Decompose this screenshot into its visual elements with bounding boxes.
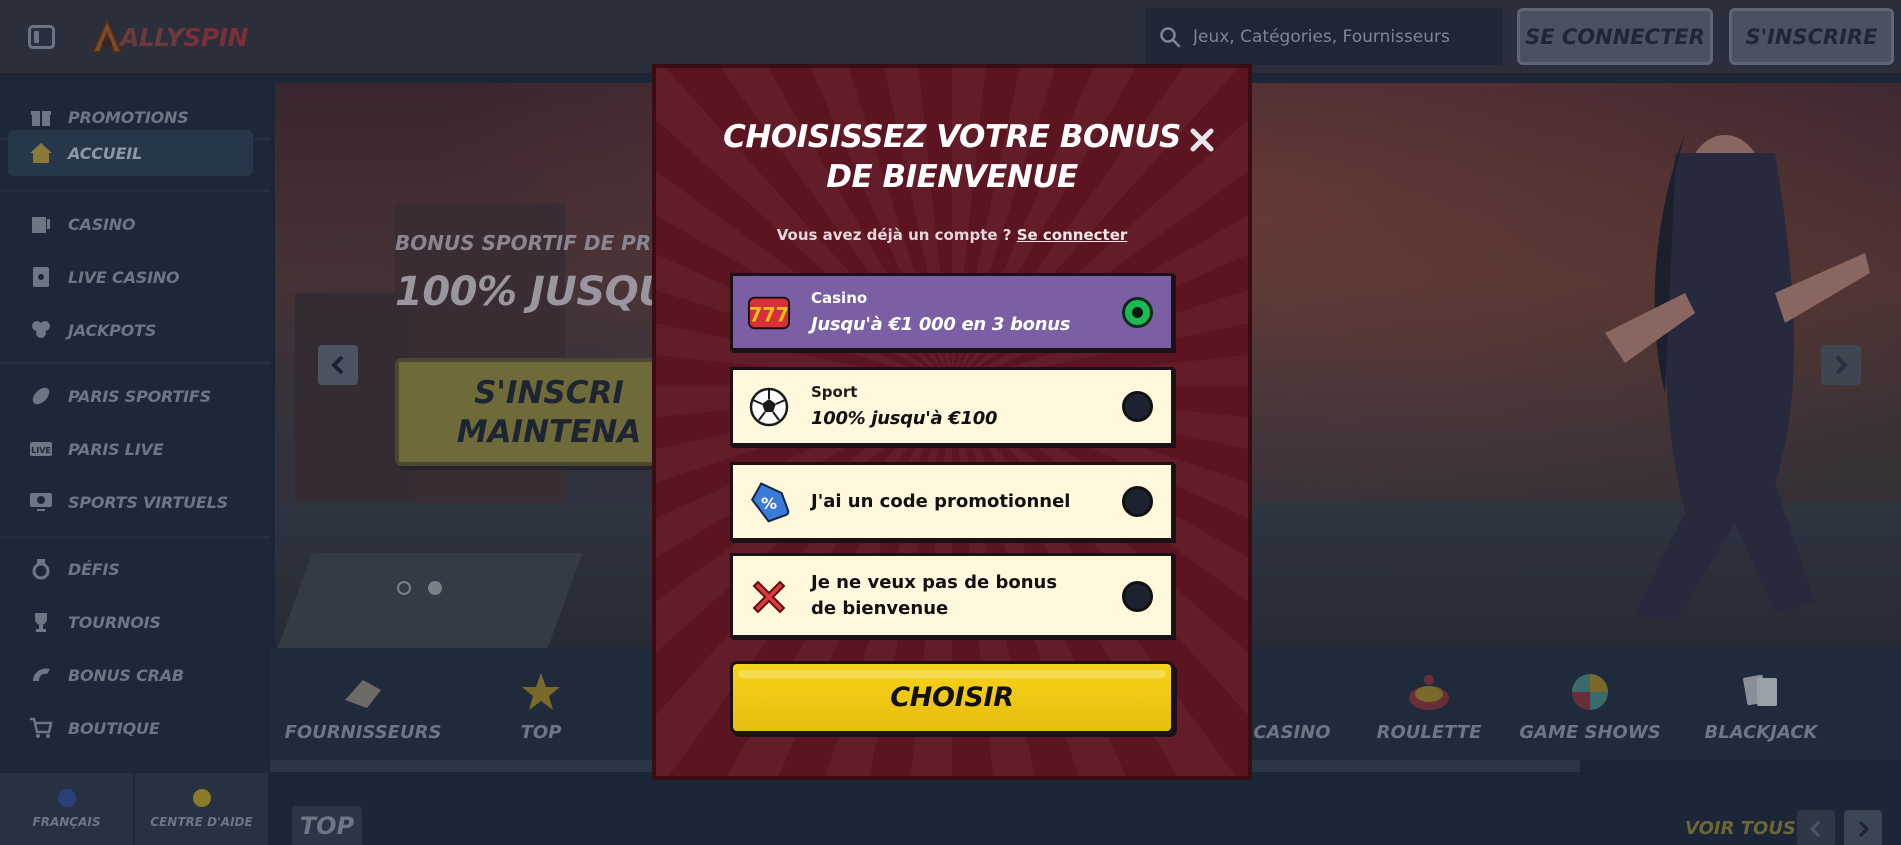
category-fournisseurs[interactable]: FOURNISSEURS xyxy=(283,648,443,760)
slot-777-icon: 777 xyxy=(747,290,791,334)
chevron-right-icon xyxy=(1835,355,1848,375)
medal-icon xyxy=(28,556,54,582)
sidebar: PROMOTIONS ACCUEIL CASINO LIVE CASINO JA… xyxy=(0,76,270,845)
carousel-dot-1[interactable] xyxy=(397,581,411,595)
banner-cta-button[interactable]: S'INSCRI MAINTENA xyxy=(395,358,695,466)
sidebar-item-paris-sportifs[interactable]: PARIS SPORTIFS xyxy=(0,373,270,419)
sidebar-item-bonus-crab[interactable]: BONUS CRAB xyxy=(0,652,270,698)
register-button[interactable]: S'INSCRIRE xyxy=(1729,8,1894,65)
home-icon xyxy=(28,140,54,166)
search-input[interactable] xyxy=(1193,26,1493,47)
bonus-option-promo-code[interactable]: % J'ai un code promotionnel xyxy=(730,462,1174,541)
chevron-right-icon xyxy=(1858,820,1870,838)
help-center-button[interactable]: CENTRE D'AIDE xyxy=(135,773,270,845)
sidebar-item-casino[interactable]: CASINO xyxy=(0,201,270,247)
sidebar-item-live-casino[interactable]: LIVE CASINO xyxy=(0,254,270,300)
radio-no-bonus[interactable] xyxy=(1122,581,1153,612)
close-button[interactable] xyxy=(1186,124,1218,156)
section-prev-button[interactable] xyxy=(1797,810,1835,845)
radio-casino[interactable] xyxy=(1122,297,1153,328)
chevron-left-icon xyxy=(1809,820,1821,838)
welcome-bonus-modal: CHOISISSEZ VOTRE BONUS DE BIENVENUE Vous… xyxy=(652,64,1252,780)
login-button[interactable]: SE CONNECTER xyxy=(1517,8,1713,65)
sidebar-item-paris-live[interactable]: LIVE PARIS LIVE xyxy=(0,426,270,472)
red-x-icon xyxy=(747,575,791,619)
carousel-dot-2[interactable] xyxy=(428,581,442,595)
banner-subtitle: BONUS SPORTIF DE PREMI xyxy=(395,231,693,255)
brand-logo[interactable]: ALLYSPIN xyxy=(90,18,248,56)
trophy-icon xyxy=(28,609,54,635)
bonus-option-sport[interactable]: Sport 100% jusqu'à €100 xyxy=(730,367,1174,446)
logo-mark-icon xyxy=(91,18,123,53)
search-icon xyxy=(1160,26,1181,47)
banner-next-button[interactable] xyxy=(1821,345,1861,385)
star-icon xyxy=(519,670,563,714)
have-account-line: Vous avez déjà un compte ? Se connecter xyxy=(776,226,1128,244)
brand-wordmark: ALLYSPIN xyxy=(120,22,248,52)
close-icon xyxy=(1190,128,1214,152)
crab-icon xyxy=(28,662,54,688)
percent-tag-icon: % xyxy=(747,480,791,524)
modal-login-link[interactable]: Se connecter xyxy=(1017,226,1128,244)
radio-sport[interactable] xyxy=(1122,391,1153,422)
choose-button[interactable]: CHOISIR xyxy=(730,661,1174,734)
monitor-ball-icon xyxy=(28,489,54,515)
banner-prev-button[interactable] xyxy=(318,345,358,385)
cards-icon xyxy=(1739,670,1783,714)
svg-text:LIVE: LIVE xyxy=(31,446,51,455)
chevron-left-icon xyxy=(331,355,344,375)
section-next-button[interactable] xyxy=(1844,810,1882,845)
casino-icon xyxy=(28,211,54,237)
wheel-icon xyxy=(1568,670,1612,714)
category-roulette[interactable]: ROULETTE xyxy=(1349,648,1509,760)
sidebar-item-jackpots[interactable]: JACKPOTS xyxy=(0,307,270,353)
gift-icon xyxy=(28,104,54,130)
modal-title: CHOISISSEZ VOTRE BONUS DE BIENVENUE xyxy=(723,119,1181,195)
clover-icon xyxy=(28,317,54,343)
live-card-icon xyxy=(28,264,54,290)
category-blackjack[interactable]: BLACKJACK xyxy=(1681,648,1841,760)
radio-promo-code[interactable] xyxy=(1122,486,1153,517)
eu-flag-icon xyxy=(57,789,76,807)
svg-text:777: 777 xyxy=(749,304,789,327)
language-button[interactable]: FRANÇAIS xyxy=(0,773,135,845)
sidebar-item-sports-virtuels[interactable]: SPORTS VIRTUELS xyxy=(0,479,270,525)
providers-icon xyxy=(341,670,385,714)
bonus-option-casino[interactable]: 777 Casino Jusqu'à €1 000 en 3 bonus xyxy=(730,273,1174,351)
cart-icon xyxy=(28,715,54,741)
search-box[interactable] xyxy=(1145,8,1503,65)
category-top[interactable]: TOP xyxy=(461,648,621,760)
football-icon xyxy=(28,383,54,409)
roulette-icon xyxy=(1407,670,1451,714)
bonus-option-no-bonus[interactable]: Je ne veux pas de bonus de bienvenue xyxy=(730,553,1174,638)
sidebar-item-accueil[interactable]: ACCUEIL xyxy=(8,130,253,176)
svg-text:%: % xyxy=(761,494,777,513)
sidebar-footer: FRANÇAIS CENTRE D'AIDE xyxy=(0,773,270,845)
help-icon xyxy=(192,789,211,807)
sidebar-item-boutique[interactable]: BOUTIQUE xyxy=(0,705,270,751)
section-title: TOP xyxy=(292,806,362,845)
soccer-ball-icon xyxy=(747,385,791,429)
sidebar-toggle-icon[interactable] xyxy=(26,22,58,52)
sidebar-item-defis[interactable]: DÉFIS xyxy=(0,546,270,592)
live-badge-icon: LIVE xyxy=(28,436,54,462)
see-all-link[interactable]: VOIR TOUS xyxy=(1685,818,1796,839)
category-game-shows[interactable]: GAME SHOWS xyxy=(1510,648,1670,760)
sidebar-item-tournois[interactable]: TOURNOIS xyxy=(0,599,270,645)
